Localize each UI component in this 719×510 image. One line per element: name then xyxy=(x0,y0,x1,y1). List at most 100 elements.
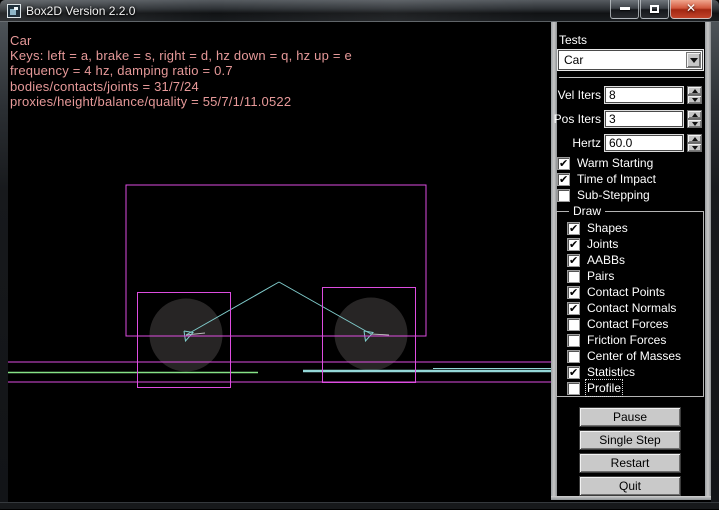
separator xyxy=(559,77,704,78)
pos-iters-spin-up[interactable] xyxy=(687,110,702,119)
tests-dropdown-value: Car xyxy=(564,53,583,67)
window-controls: ✕ xyxy=(610,0,712,19)
app-icon xyxy=(7,4,21,18)
minimize-button[interactable] xyxy=(610,0,639,19)
simulation-canvas[interactable]: CarKeys: left = a, brake = s, right = d,… xyxy=(8,22,551,502)
pos-iters-spin-down[interactable] xyxy=(687,119,702,128)
checkbox-label: Profile xyxy=(587,381,621,395)
checkbox-profile[interactable]: Profile xyxy=(567,380,621,396)
checkbox-aabbs[interactable]: AABBs xyxy=(567,252,625,268)
pause-button[interactable]: Pause xyxy=(579,407,681,427)
checked-box-icon[interactable] xyxy=(567,286,580,299)
vel-iters-spinner xyxy=(687,86,702,104)
minimize-icon xyxy=(620,7,630,10)
unchecked-box-icon[interactable] xyxy=(567,318,580,331)
debug-text-line-0: Car xyxy=(10,33,352,48)
checked-box-icon[interactable] xyxy=(567,302,580,315)
checkbox-label: Statistics xyxy=(587,365,635,379)
checkbox-center-of-masses[interactable]: Center of Masses xyxy=(567,348,681,364)
vel-iters-label: Vel Iters xyxy=(551,88,601,102)
triangle-up-icon xyxy=(692,137,698,141)
checkbox-shapes[interactable]: Shapes xyxy=(567,220,628,236)
checkbox-sub-stepping[interactable]: Sub-Stepping xyxy=(557,187,650,203)
checkbox-label: Contact Points xyxy=(587,285,665,299)
vel-iters-spin-up[interactable] xyxy=(687,86,702,95)
checked-box-icon[interactable] xyxy=(567,254,580,267)
close-icon: ✕ xyxy=(671,1,711,15)
pos-iters-label: Pos Iters xyxy=(551,112,601,126)
hertz-spin-down[interactable] xyxy=(687,143,702,152)
maximize-icon xyxy=(650,5,659,13)
unchecked-box-icon[interactable] xyxy=(567,350,580,363)
checked-box-icon[interactable] xyxy=(567,366,580,379)
close-button[interactable]: ✕ xyxy=(670,0,712,19)
panel-edge-bottom xyxy=(551,496,711,500)
debug-text-line-2: frequency = 4 hz, damping ratio = 0.7 xyxy=(10,63,352,78)
unchecked-box-icon[interactable] xyxy=(567,334,580,347)
pos-iters-row: Pos Iters xyxy=(551,110,711,128)
tests-dropdown-button[interactable] xyxy=(686,52,701,68)
checkbox-time-of-impact[interactable]: Time of Impact xyxy=(557,171,656,187)
checkbox-label: Time of Impact xyxy=(577,172,656,186)
checked-box-icon[interactable] xyxy=(567,238,580,251)
titlebar[interactable]: Box2D Version 2.2.0 ✕ xyxy=(0,0,719,22)
quit-button[interactable]: Quit xyxy=(579,476,681,496)
vel-iters-spin-down[interactable] xyxy=(687,95,702,104)
debug-text-line-4: proxies/height/balance/quality = 55/7/1/… xyxy=(10,94,352,109)
checkbox-label: Pairs xyxy=(587,269,614,283)
checkbox-label: Shapes xyxy=(587,221,628,235)
draw-group-title: Draw xyxy=(569,204,605,218)
hertz-spinner xyxy=(687,134,702,152)
checkbox-warm-starting[interactable]: Warm Starting xyxy=(557,155,653,171)
restart-button[interactable]: Restart xyxy=(579,453,681,473)
chevron-down-icon xyxy=(690,58,698,63)
checkbox-label: Friction Forces xyxy=(587,333,666,347)
window-border-left xyxy=(0,22,8,502)
checkbox-statistics[interactable]: Statistics xyxy=(567,364,635,380)
debug-text-line-1: Keys: left = a, brake = s, right = d, hz… xyxy=(10,48,352,63)
checkbox-label: Contact Normals xyxy=(587,301,676,315)
checkbox-label: Sub-Stepping xyxy=(577,188,650,202)
debug-text: CarKeys: left = a, brake = s, right = d,… xyxy=(10,33,352,109)
vel-iters-input[interactable] xyxy=(604,86,684,104)
checkbox-label: Center of Masses xyxy=(587,349,681,363)
window-border-bottom xyxy=(0,502,719,510)
hertz-label: Hertz xyxy=(551,136,601,150)
checkbox-pairs[interactable]: Pairs xyxy=(567,268,614,284)
checked-box-icon[interactable] xyxy=(557,173,570,186)
tests-label: Tests xyxy=(559,33,587,47)
checkbox-contact-forces[interactable]: Contact Forces xyxy=(567,316,668,332)
unchecked-box-icon[interactable] xyxy=(557,189,570,202)
window-border-right xyxy=(711,22,719,502)
hertz-input[interactable] xyxy=(604,134,684,152)
checkbox-joints[interactable]: Joints xyxy=(567,236,618,252)
app-window: Box2D Version 2.2.0 ✕ xyxy=(0,0,719,510)
unchecked-box-icon[interactable] xyxy=(567,270,580,283)
pos-iters-spinner xyxy=(687,110,702,128)
vel-iters-row: Vel Iters xyxy=(551,86,711,104)
triangle-down-icon xyxy=(692,122,698,126)
single-step-button[interactable]: Single Step xyxy=(579,430,681,450)
maximize-button[interactable] xyxy=(640,0,669,19)
triangle-up-icon xyxy=(692,113,698,117)
control-panel: Tests Car Vel Iters Pos Iters Hertz xyxy=(551,22,711,502)
debug-text-line-3: bodies/contacts/joints = 31/7/24 xyxy=(10,79,352,94)
checkbox-contact-points[interactable]: Contact Points xyxy=(567,284,665,300)
window-title: Box2D Version 2.2.0 xyxy=(26,4,135,18)
checkbox-label: Contact Forces xyxy=(587,317,668,331)
pos-iters-input[interactable] xyxy=(604,110,684,128)
triangle-down-icon xyxy=(692,146,698,150)
triangle-up-icon xyxy=(692,89,698,93)
checkbox-label: Joints xyxy=(587,237,618,251)
tests-dropdown[interactable]: Car xyxy=(557,49,704,71)
checked-box-icon[interactable] xyxy=(567,222,580,235)
checkbox-label: AABBs xyxy=(587,253,625,267)
checkbox-contact-normals[interactable]: Contact Normals xyxy=(567,300,676,316)
checkbox-friction-forces[interactable]: Friction Forces xyxy=(567,332,666,348)
triangle-down-icon xyxy=(692,98,698,102)
checkbox-label: Warm Starting xyxy=(577,156,653,170)
hertz-spin-up[interactable] xyxy=(687,134,702,143)
draw-group: Draw ShapesJointsAABBsPairsContact Point… xyxy=(556,211,704,397)
unchecked-box-icon[interactable] xyxy=(567,382,580,395)
checked-box-icon[interactable] xyxy=(557,157,570,170)
